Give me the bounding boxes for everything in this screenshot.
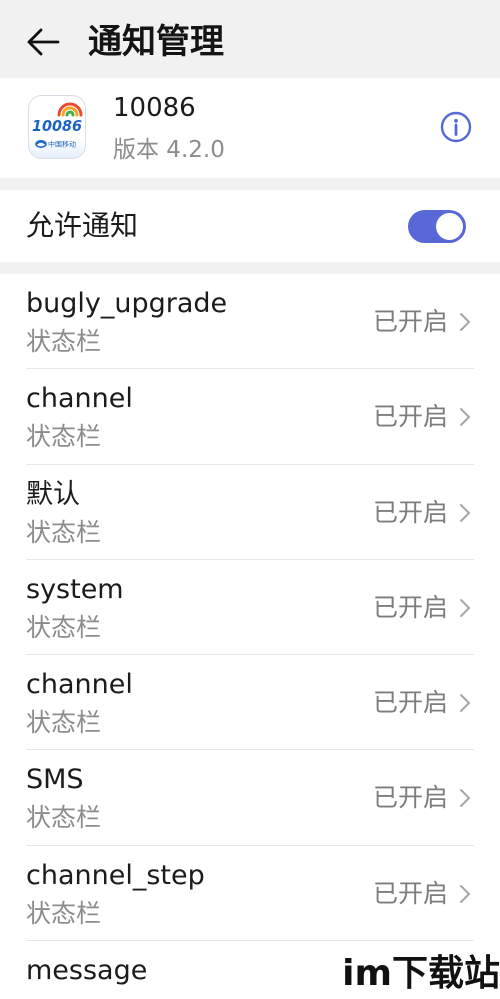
channel-status: 已开启 (372, 783, 448, 813)
channel-name: message (26, 955, 148, 987)
channel-row[interactable]: channel 状态栏 已开启 (0, 369, 500, 465)
page-title: 通知管理 (88, 22, 224, 62)
channel-location: 状态栏 (26, 898, 102, 928)
allow-notifications-label: 允许通知 (26, 209, 139, 242)
channel-name: system (26, 573, 124, 605)
channel-row[interactable]: SMS 状态栏 已开启 (0, 750, 500, 846)
channel-status: 已开启 (372, 688, 448, 718)
watermark: im下载站 (342, 953, 500, 994)
channel-location: 状态栏 (26, 327, 102, 356)
channel-name: channel_step (26, 859, 205, 891)
arrow-left-icon (27, 28, 60, 56)
allow-notifications-toggle[interactable] (408, 210, 466, 243)
app-version: 版本 4.2.0 (113, 137, 225, 163)
channel-name: bugly_upgrade (26, 288, 228, 319)
channel-status: 已开启 (372, 592, 448, 622)
channel-status: 已开启 (372, 402, 448, 432)
channel-row[interactable]: bugly_upgrade 状态栏 已开启 (0, 274, 500, 370)
chevron-right-icon (460, 884, 470, 903)
channel-location: 状态栏 (26, 422, 102, 452)
chevron-right-icon (460, 408, 470, 427)
channel-location: 状态栏 (26, 517, 102, 547)
channel-name: SMS (26, 764, 84, 796)
channel-row[interactable]: channel 状态栏 已开启 (0, 655, 500, 751)
channel-row[interactable]: channel_step 状态栏 已开启 (0, 846, 500, 942)
channel-row[interactable]: 默认 状态栏 已开启 (0, 465, 500, 560)
channel-location: 状态栏 (26, 708, 102, 738)
china-mobile-10086-app-icon: 10086 中国移动 (28, 95, 86, 159)
channel-name: channel (26, 383, 133, 415)
channel-name: channel (26, 669, 133, 701)
channel-row[interactable]: system 状态栏 已开启 (0, 560, 500, 656)
back-button[interactable] (24, 24, 62, 58)
app-icon-caption: 中国移动 (48, 140, 76, 149)
toggle-knob (436, 213, 463, 240)
app-name: 10086 (113, 93, 196, 123)
channel-location: 状态栏 (26, 803, 102, 833)
top-bar: 通知管理 (0, 0, 500, 78)
channel-status: 已开启 (372, 878, 448, 908)
app-icon: 10086 中国移动 (28, 95, 86, 159)
app-icon-label: 10086 (32, 117, 82, 135)
app-info-button[interactable] (439, 110, 473, 144)
channel-status: 已开启 (372, 497, 448, 527)
channel-name: 默认 (26, 478, 80, 510)
channel-location: 状态栏 (26, 612, 102, 642)
allow-notifications-row[interactable]: 允许通知 (0, 190, 500, 262)
channel-status: 已开启 (372, 307, 448, 336)
chevron-right-icon (460, 313, 470, 331)
app-info-card: 10086 中国移动 10086 版本 4.2.0 (0, 78, 500, 178)
notification-channel-list: bugly_upgrade 状态栏 已开启 channel 状态栏 已开启 默认… (0, 274, 500, 999)
chevron-right-icon (460, 789, 470, 808)
chevron-right-icon (460, 694, 470, 713)
notification-settings-screen: 通知管理 10086 中国移动 10086 版本 4.2.0 允许通知 bugl… (0, 0, 500, 999)
chevron-right-icon (460, 598, 470, 617)
chevron-right-icon (460, 503, 470, 522)
info-circle-icon (440, 111, 472, 143)
